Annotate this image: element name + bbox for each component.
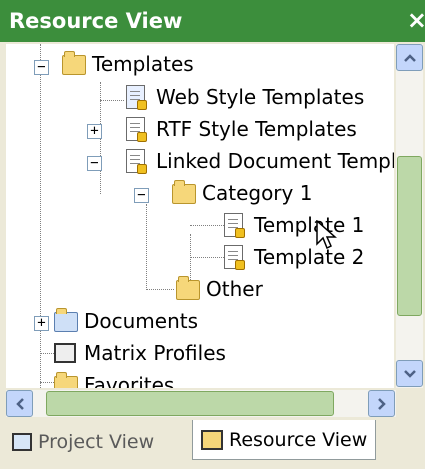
matrix-icon [54,341,78,365]
document-icon [126,149,150,174]
collapse-icon[interactable]: − [87,156,102,171]
tab-label: Resource View [229,428,368,451]
scroll-up-button[interactable] [396,44,423,71]
folder-icon [172,180,196,205]
chevron-left-icon [15,397,24,410]
close-icon[interactable]: × [407,6,425,34]
tree-item-label: Template 2 [254,245,365,269]
tree-line [100,100,124,101]
tree-item-label: Linked Document Templa [156,149,394,173]
folder-icon [176,276,200,301]
mouse-cursor-icon [316,220,337,250]
tree-line [146,204,147,288]
scroll-right-button[interactable] [368,390,395,417]
tree-item-rtf-style-templates[interactable]: RTF Style Templates [126,114,357,144]
tree-item-template-2[interactable]: Template 2 [224,242,364,272]
tree-item-label: Templates [92,52,194,76]
document-icon [224,245,248,270]
tree-item-category-1[interactable]: Category 1 [172,178,312,208]
panel-title-bar[interactable]: Resource View × [0,0,425,42]
scroll-left-button[interactable] [6,390,33,417]
document-icon [126,117,150,142]
tree-item-label: Template 1 [254,213,365,237]
tree-line [40,353,54,354]
chevron-up-icon [403,53,416,62]
expand-icon[interactable]: + [87,124,102,139]
tab-resource-view[interactable]: Resource View [192,420,377,460]
resource-view-icon [201,429,223,450]
tree-item-web-style-templates[interactable]: Web Style Templates [126,82,364,112]
expand-icon[interactable]: + [34,316,49,331]
tree-item-label: Favorites [84,373,175,388]
tree-line [190,225,224,226]
tree-item-templates[interactable]: Templates [62,49,194,79]
tree-item-template-1[interactable]: Template 1 [224,210,364,240]
view-tabs: Project View Resource View [0,420,425,469]
vertical-scroll-thumb[interactable] [397,156,422,316]
tree-item-label: RTF Style Templates [156,117,357,141]
web-template-icon [126,85,150,110]
tree-item-favorites[interactable]: Favorites [54,370,174,388]
chevron-right-icon [377,397,386,410]
collapse-icon[interactable]: − [134,188,149,203]
horizontal-scroll-thumb[interactable] [46,391,334,416]
tree-item-other[interactable]: Other [176,274,263,304]
panel-title: Resource View [9,9,183,33]
tree-item-matrix-profiles[interactable]: Matrix Profiles [54,338,226,368]
tree-item-label: Other [206,277,263,301]
tree-item-label: Documents [84,309,199,333]
collapse-icon[interactable]: − [34,60,49,75]
favorites-icon [54,372,78,388]
resource-tree[interactable]: − Templates Web Style Templates + RTF St… [6,44,394,388]
tree-item-label: Matrix Profiles [84,341,226,365]
documents-icon [54,308,78,333]
project-view-icon [12,433,32,451]
document-icon [224,213,248,238]
vertical-scrollbar[interactable] [396,44,423,388]
tree-line [40,382,54,383]
scrollbar-corner [396,390,423,417]
tab-label: Project View [38,431,155,453]
horizontal-scrollbar[interactable] [6,390,396,417]
tree-line [190,257,224,258]
chevron-down-icon [403,369,416,378]
tree-line [146,289,174,290]
tree-item-label: Web Style Templates [156,85,365,109]
tree-line [40,44,41,388]
tree-item-linked-document-templates[interactable]: Linked Document Templa [126,146,394,176]
tree-item-label: Category 1 [202,181,313,205]
scroll-down-button[interactable] [396,360,423,387]
tree-item-documents[interactable]: Documents [54,306,198,336]
resource-view-panel: Resource View × − Templates Web Style Te… [0,0,425,469]
template-folder-icon [62,51,86,76]
tab-project-view[interactable]: Project View [4,422,162,462]
